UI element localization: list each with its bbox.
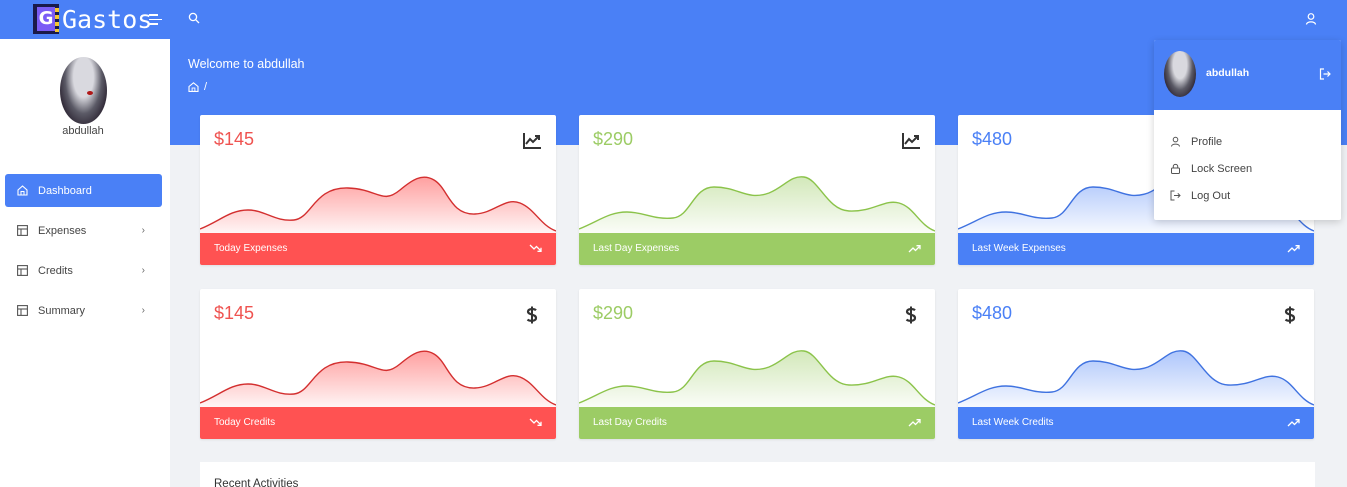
sidebar-item-dashboard[interactable]: Dashboard: [5, 174, 162, 207]
stat-amount: $480: [972, 303, 1013, 323]
trending-up-icon: [908, 245, 921, 253]
sparkline-chart: [579, 350, 935, 407]
dropdown-header: abdullah: [1154, 40, 1341, 110]
logo-text: Gastos: [62, 4, 153, 34]
sidebar-item-label: Credits: [38, 264, 73, 277]
breadcrumb: /: [188, 81, 207, 93]
user-dropdown-menu: abdullah Profile Lock Screen Log Out: [1154, 40, 1341, 220]
sidebar-username: abdullah: [62, 125, 104, 137]
sidebar: abdullah Dashboard Expenses › Credits ›: [0, 39, 170, 487]
stat-label: Last Week Credits: [972, 417, 1054, 428]
lock-icon: [1170, 163, 1181, 174]
chevron-right-icon: ›: [141, 265, 145, 276]
trend-chart-icon: [902, 133, 920, 149]
page-title: Welcome to abdullah: [188, 57, 305, 71]
sidebar-item-expenses[interactable]: Expenses ›: [5, 214, 162, 247]
logo-mark-icon: G: [33, 4, 59, 34]
stat-card-last-day-expenses: $290 Last Day Expenses: [579, 115, 935, 265]
home-icon[interactable]: [188, 82, 199, 92]
logout-icon: [1170, 190, 1181, 201]
trend-chart-icon: [523, 133, 541, 149]
user-icon[interactable]: [1305, 12, 1317, 26]
dropdown-item-profile[interactable]: Profile: [1154, 128, 1341, 155]
sidebar-item-summary[interactable]: Summary ›: [5, 294, 162, 327]
search-icon[interactable]: [188, 12, 200, 24]
stat-card-footer[interactable]: Today Credits: [200, 407, 556, 439]
stat-card-today-credits: $145 Today Credits: [200, 289, 556, 439]
menu-toggle-icon[interactable]: [149, 14, 163, 25]
trending-down-icon: [529, 244, 542, 252]
stat-label: Last Day Expenses: [593, 243, 680, 254]
trending-up-icon: [1287, 245, 1300, 253]
chevron-right-icon: ›: [141, 305, 145, 316]
stat-label: Today Expenses: [214, 243, 288, 254]
recent-activities-title: Recent Activities: [214, 478, 299, 487]
stat-card-last-day-credits: $290 Last Day Credits: [579, 289, 935, 439]
stat-card-footer[interactable]: Today Expenses: [200, 233, 556, 265]
dollar-icon: [905, 306, 917, 324]
trending-down-icon: [529, 418, 542, 426]
stat-amount: $290: [593, 129, 634, 149]
dropdown-list: Profile Lock Screen Log Out: [1154, 128, 1341, 209]
stat-amount: $145: [214, 303, 255, 323]
app-logo[interactable]: G Gastos: [33, 3, 152, 35]
stat-label: Last Day Credits: [593, 417, 667, 428]
stat-card-footer[interactable]: Last Week Credits: [958, 407, 1314, 439]
stat-card-footer[interactable]: Last Day Credits: [579, 407, 935, 439]
dollar-icon: [1284, 306, 1296, 324]
sidebar-menu: Dashboard Expenses › Credits › Summary ›: [5, 174, 162, 334]
user-icon: [1170, 136, 1181, 147]
stat-amount: $480: [972, 129, 1013, 149]
sparkline-chart: [200, 176, 556, 233]
layout-icon: [17, 265, 28, 276]
home-icon: [17, 185, 28, 196]
layout-icon: [17, 305, 28, 316]
top-navbar: [0, 0, 1347, 39]
layout-icon: [17, 225, 28, 236]
avatar: [1164, 51, 1196, 97]
breadcrumb-separator: /: [204, 81, 208, 93]
sidebar-item-credits[interactable]: Credits ›: [5, 254, 162, 287]
stat-card-last-week-credits: $480 Last Week Credits: [958, 289, 1314, 439]
dropdown-item-lock-screen[interactable]: Lock Screen: [1154, 155, 1341, 182]
sidebar-item-label: Summary: [38, 304, 86, 317]
sidebar-item-label: Expenses: [38, 224, 87, 237]
trending-up-icon: [1287, 419, 1300, 427]
dropdown-item-label: Lock Screen: [1191, 162, 1253, 175]
recent-activities-card: Recent Activities: [200, 462, 1315, 487]
dropdown-item-logout[interactable]: Log Out: [1154, 182, 1341, 209]
stat-amount: $145: [214, 129, 255, 149]
stat-card-footer[interactable]: Last Week Expenses: [958, 233, 1314, 265]
sparkline-chart: [200, 350, 556, 407]
sparkline-chart: [579, 176, 935, 233]
stat-label: Today Credits: [214, 417, 276, 428]
chevron-right-icon: ›: [141, 225, 145, 236]
dropdown-item-label: Profile: [1191, 135, 1223, 148]
dropdown-username: abdullah: [1206, 67, 1250, 79]
sparkline-chart: [958, 350, 1314, 407]
sidebar-item-label: Dashboard: [38, 184, 92, 197]
stat-amount: $290: [593, 303, 634, 323]
avatar[interactable]: [60, 57, 107, 124]
trending-up-icon: [908, 419, 921, 427]
stat-label: Last Week Expenses: [972, 243, 1066, 254]
stat-card-today-expenses: $145 Today Expenses: [200, 115, 556, 265]
logout-icon[interactable]: [1319, 68, 1331, 80]
dollar-icon: [526, 306, 538, 324]
dropdown-item-label: Log Out: [1191, 189, 1231, 202]
stat-card-footer[interactable]: Last Day Expenses: [579, 233, 935, 265]
